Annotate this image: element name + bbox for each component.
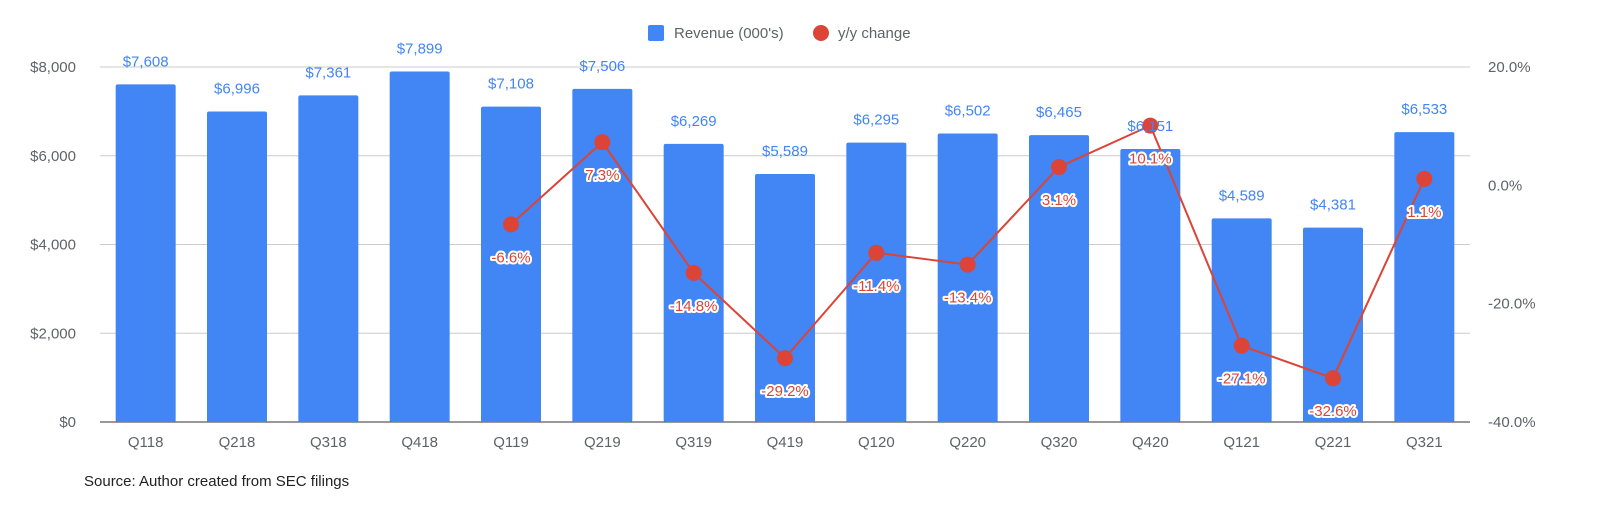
x-tick-label: Q320 bbox=[1041, 434, 1078, 451]
revenue-data-label: $7,608 bbox=[123, 53, 169, 70]
left-tick-label: $8,000 bbox=[30, 59, 76, 76]
revenue-data-label: $6,465 bbox=[1036, 104, 1082, 121]
yoy-data-label: 3.1% bbox=[1042, 192, 1076, 209]
yoy-point bbox=[503, 216, 519, 233]
revenue-data-label: $7,108 bbox=[488, 76, 534, 93]
left-tick-label: $4,000 bbox=[30, 237, 76, 254]
x-tick-label: Q319 bbox=[675, 434, 712, 451]
revenue-data-label: $7,899 bbox=[397, 40, 443, 57]
revenue-data-label: $6,295 bbox=[853, 112, 899, 129]
yoy-point bbox=[685, 264, 702, 281]
revenue-data-label: $6,502 bbox=[945, 102, 991, 119]
right-tick-label: -20.0% bbox=[1488, 296, 1536, 313]
yoy-data-label: -29.2% bbox=[761, 383, 809, 400]
revenue-bar bbox=[1029, 135, 1089, 422]
x-tick-label: Q218 bbox=[219, 434, 256, 451]
revenue-bar bbox=[115, 84, 176, 423]
x-tick-label: Q119 bbox=[493, 434, 529, 451]
yoy-data-label: 10.1% bbox=[1129, 151, 1172, 168]
revenue-bar bbox=[663, 143, 724, 423]
yoy-point bbox=[959, 256, 976, 273]
x-tick-label: Q120 bbox=[858, 434, 895, 451]
revenue-bar bbox=[1211, 218, 1272, 422]
x-tick-label: Q321 bbox=[1406, 434, 1443, 451]
source-note: Source: Author created from SEC filings bbox=[84, 473, 349, 490]
yoy-point bbox=[777, 350, 793, 367]
left-tick-label: $6,000 bbox=[30, 148, 76, 165]
revenue-data-label: $4,381 bbox=[1310, 197, 1356, 214]
x-tick-label: Q221 bbox=[1315, 434, 1352, 451]
yoy-point bbox=[1416, 170, 1433, 187]
yoy-point bbox=[594, 134, 611, 151]
revenue-data-label: $6,533 bbox=[1401, 101, 1447, 118]
legend: Revenue (000's) y/y change bbox=[648, 25, 911, 42]
right-tick-label: 20.0% bbox=[1488, 59, 1531, 76]
revenue-data-label: $6,151 bbox=[1127, 118, 1173, 135]
revenue-data-label: $7,506 bbox=[579, 58, 625, 75]
x-tick-label: Q419 bbox=[767, 434, 804, 451]
revenue-bar bbox=[1120, 149, 1181, 422]
left-tick-label: $2,000 bbox=[30, 325, 76, 342]
x-tick-label: Q121 bbox=[1223, 434, 1260, 451]
x-tick-label: Q418 bbox=[401, 434, 438, 451]
revenue-bar bbox=[1303, 227, 1363, 422]
legend-label-yoy: y/y change bbox=[838, 25, 911, 42]
x-tick-label: Q318 bbox=[310, 434, 347, 451]
yoy-point bbox=[1051, 158, 1067, 175]
revenue-data-label: $5,589 bbox=[762, 143, 808, 160]
x-tick-label: Q220 bbox=[949, 434, 986, 451]
yoy-data-label: 7.3% bbox=[585, 167, 619, 184]
revenue-data-label: $7,361 bbox=[305, 64, 351, 81]
yoy-data-label: -13.4% bbox=[944, 290, 992, 307]
legend-swatch-revenue bbox=[648, 25, 664, 41]
revenue-bar bbox=[207, 111, 267, 423]
revenue-bar bbox=[937, 133, 998, 422]
revenue-bar bbox=[298, 95, 359, 422]
yoy-point bbox=[1233, 337, 1250, 354]
bars bbox=[115, 71, 1455, 423]
yoy-data-label: -11.4% bbox=[853, 278, 899, 295]
right-tick-label: 0.0% bbox=[1488, 177, 1522, 194]
revenue-data-label: $6,996 bbox=[214, 81, 260, 98]
revenue-bar bbox=[389, 71, 450, 422]
yoy-data-label: -14.8% bbox=[670, 298, 718, 315]
yoy-data-label: -27.1% bbox=[1218, 371, 1266, 388]
yoy-data-label: 1.1% bbox=[1407, 204, 1441, 221]
x-tick-label: Q420 bbox=[1132, 434, 1169, 451]
right-tick-label: -40.0% bbox=[1488, 414, 1536, 431]
yoy-point bbox=[868, 244, 885, 261]
legend-swatch-yoy bbox=[813, 25, 829, 41]
left-tick-label: $0 bbox=[59, 414, 76, 431]
revenue-data-label: $4,589 bbox=[1219, 187, 1265, 204]
x-tick-label: Q219 bbox=[584, 434, 621, 451]
revenue-yoy-chart: $7,608 $6,996 $7,361 $7,899 $7,108 $7,506 $6,2… bbox=[30, 25, 1536, 490]
yoy-point bbox=[1325, 370, 1341, 387]
yoy-data-label: -32.6% bbox=[1309, 403, 1357, 420]
revenue-data-label: $6,269 bbox=[671, 113, 717, 130]
legend-label-revenue: Revenue (000's) bbox=[674, 25, 784, 42]
x-tick-label: Q118 bbox=[128, 434, 164, 451]
yoy-data-label: -6.6% bbox=[491, 249, 530, 266]
